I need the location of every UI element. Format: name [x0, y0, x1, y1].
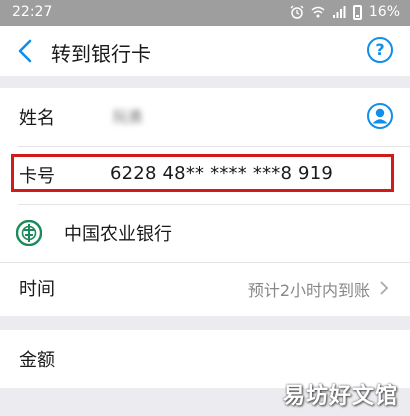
user-contact-icon[interactable] — [367, 103, 393, 129]
bank-name: 中国农业银行 — [64, 224, 172, 245]
timing-section: 时间 预计2小时内到账 — [0, 262, 410, 316]
page-title: 转到银行卡 — [51, 42, 151, 66]
amount-label: 金额 — [19, 350, 55, 371]
time-row[interactable]: 时间 预计2小时内到账 — [0, 259, 410, 317]
alarm-icon — [290, 5, 304, 19]
card-number-highlight-box — [11, 154, 394, 192]
bank-row[interactable]: 中国农业银行 — [0, 204, 410, 262]
name-value: 阮勇 — [113, 108, 144, 126]
arrival-estimate: 预计2小时内到账 — [247, 281, 370, 300]
help-icon[interactable]: ? — [367, 37, 393, 63]
status-icons: 16% — [290, 4, 400, 20]
chevron-right-icon — [380, 281, 389, 295]
signal-icon — [332, 6, 346, 18]
status-bar: 22:27 16% — [0, 0, 410, 26]
name-row: 姓名 阮勇 — [0, 88, 410, 146]
name-label: 姓名 — [19, 108, 55, 129]
battery-icon — [352, 4, 362, 20]
back-chevron-icon[interactable] — [14, 38, 38, 64]
wifi-icon — [311, 6, 325, 18]
battery-percent: 16% — [368, 4, 400, 20]
time-label: 时间 — [19, 279, 55, 300]
nav-bar: 转到银行卡 ? — [0, 26, 410, 76]
status-time: 22:27 — [12, 4, 53, 20]
watermark-text: 易坊好文馆 — [282, 384, 398, 409]
abc-bank-logo-icon — [16, 220, 42, 246]
